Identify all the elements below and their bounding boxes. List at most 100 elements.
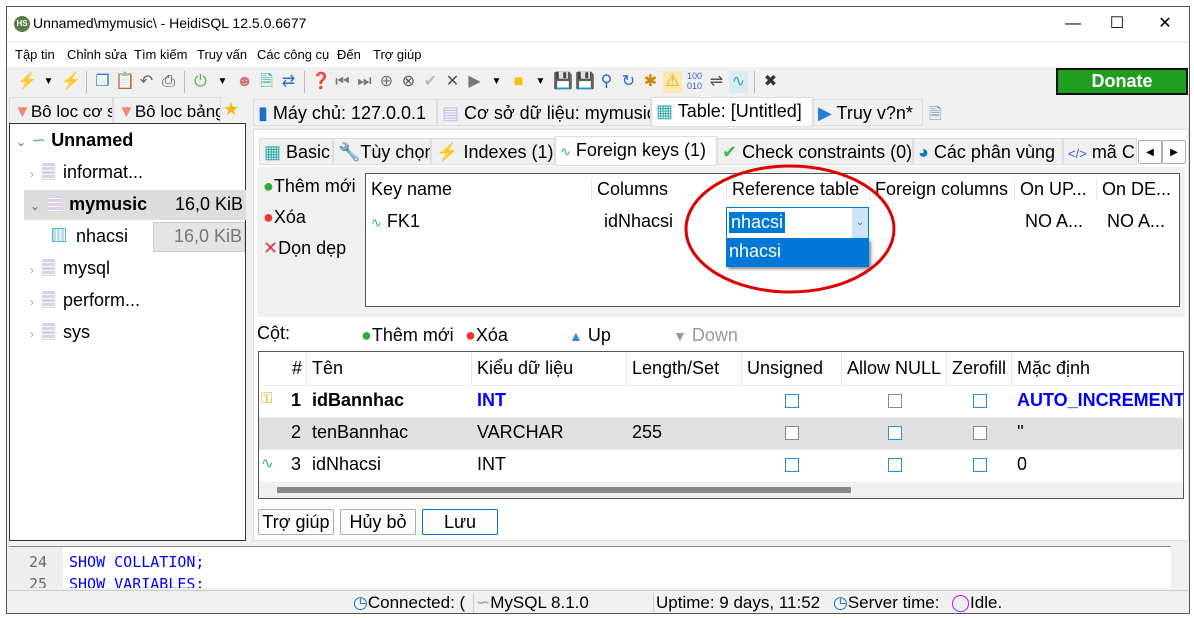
new-query-tab-icon[interactable]: 🗎 <box>929 103 942 130</box>
header-key-name[interactable]: Key name <box>366 179 592 200</box>
close-tab-icon[interactable]: ✖ <box>761 71 780 93</box>
cell-name[interactable]: tenBannhac <box>307 422 472 443</box>
warning-icon[interactable]: ⚠ <box>663 71 682 93</box>
menu-edit[interactable]: Chỉnh sửa <box>67 47 127 62</box>
fk-delete-button[interactable]: ●Xóa <box>263 207 306 228</box>
favorites-star-icon[interactable]: ★ <box>223 99 239 120</box>
export-csv-icon[interactable]: 🗎 <box>257 71 276 93</box>
last-icon[interactable]: ⏭ <box>355 71 374 93</box>
dropdown-icon[interactable]: ▼ <box>487 71 506 93</box>
header-type[interactable]: Kiểu dữ liệu <box>472 352 627 385</box>
tree-root[interactable]: ⌄ ∽ Unnamed <box>16 130 133 151</box>
help-button[interactable]: Trợ giúp <box>258 509 334 535</box>
menu-tools[interactable]: Các công cụ <box>257 47 329 62</box>
cell-default[interactable]: 0 <box>1012 454 1183 475</box>
allow-null-checkbox[interactable] <box>887 458 902 472</box>
header-name[interactable]: Tên <box>307 352 472 385</box>
cell-default[interactable]: AUTO_INCREMENT <box>1012 390 1183 411</box>
cell-number[interactable]: 2 <box>259 422 307 443</box>
column-up-button[interactable]: ▲ Up <box>569 325 611 346</box>
unsigned-checkbox[interactable] <box>785 394 799 408</box>
tree-item-sys[interactable]: › sys <box>30 322 90 343</box>
tab-database-filter[interactable]: ▼Bô loc cơ sở dữ liệu <box>9 97 113 124</box>
unsigned-checkbox[interactable] <box>785 426 799 440</box>
column-delete-button[interactable]: ●Xóa <box>465 325 508 346</box>
cell-length[interactable]: 255 <box>627 422 742 443</box>
save-as-icon[interactable]: 💾 <box>575 71 595 93</box>
import-icon[interactable]: ⇄ <box>279 71 298 93</box>
tab-database[interactable]: ▤ Cơ sở dữ liệu: mymusic <box>437 99 651 126</box>
fk-row-on-update[interactable]: NO A... <box>1020 211 1083 232</box>
disconnect-icon[interactable]: ⚡ <box>61 71 81 93</box>
menu-file[interactable]: Tập tin <box>15 47 55 62</box>
header-zerofill[interactable]: Zerofill <box>947 352 1012 385</box>
dropdown-icon[interactable]: ▼ <box>531 71 550 93</box>
header-length[interactable]: Length/Set <box>627 352 742 385</box>
fk-clear-button[interactable]: ✕Dọn dẹp <box>263 238 346 259</box>
unsigned-checkbox[interactable] <box>785 458 799 472</box>
menu-help[interactable]: Trợ giúp <box>373 47 422 62</box>
tab-query[interactable]: ▶ Truy v?n* <box>813 99 923 126</box>
cell-default[interactable]: '' <box>1012 422 1183 443</box>
search-icon[interactable]: ⚲ <box>597 71 616 93</box>
fk-add-button[interactable]: ●Thêm mới <box>263 176 356 197</box>
horizontal-scrollbar[interactable] <box>259 482 1183 498</box>
column-add-button[interactable]: ●Thêm mới <box>361 325 454 346</box>
tree-item-nhacsi[interactable]: nhacsi <box>52 226 128 247</box>
wrap-icon[interactable]: ⇌ <box>707 71 726 93</box>
minimize-icon[interactable]: — <box>1053 11 1093 37</box>
binary-icon[interactable]: 100 010 <box>685 71 704 93</box>
copy-icon[interactable]: ❐ <box>93 71 112 93</box>
cell-number[interactable]: 1 <box>259 390 307 411</box>
tab-table[interactable]: ▦ Table: [Untitled] <box>651 97 813 127</box>
maximize-icon[interactable]: ☐ <box>1097 11 1137 37</box>
menu-query[interactable]: Truy vấn <box>197 47 247 62</box>
run-icon[interactable]: ▶ <box>465 71 484 93</box>
cell-number[interactable]: 3 <box>259 454 307 475</box>
tabs-scroll-right-button[interactable]: ▶ <box>1162 140 1186 164</box>
subtab-basic[interactable]: ▦ Basic <box>259 138 333 165</box>
tree-item-information-schema[interactable]: › informat... <box>30 162 143 183</box>
save-icon[interactable]: 💾 <box>553 71 573 93</box>
connect-icon[interactable]: ⚡ <box>17 71 37 93</box>
tab-host[interactable]: ▮ Máy chủ: 127.0.0.1 <box>253 99 437 126</box>
cancel-button[interactable]: Hủy bỏ <box>340 509 416 535</box>
tree-item-mysql[interactable]: › mysql <box>30 258 110 279</box>
dropdown-icon[interactable]: ▼ <box>213 71 232 93</box>
fk-row-on-delete[interactable]: NO A... <box>1102 211 1165 232</box>
sql-log[interactable]: 24 SHOW COLLATION; 25 SHOW VARIABLES; <box>9 546 1171 588</box>
help-icon[interactable]: ❓ <box>311 71 331 93</box>
tab-table-filter[interactable]: ▼Bô loc bảng <box>113 97 221 124</box>
cell-name[interactable]: idNhacsi <box>307 454 472 475</box>
header-unsigned[interactable]: Unsigned <box>742 352 842 385</box>
zerofill-checkbox[interactable] <box>972 394 987 408</box>
cell-type[interactable]: INT <box>472 390 627 411</box>
paste-icon[interactable]: 📋 <box>115 71 135 93</box>
dropdown-icon[interactable]: ▼ <box>39 71 58 93</box>
cancel-icon[interactable]: ⊗ <box>399 71 418 93</box>
first-icon[interactable]: ⏮ <box>333 71 352 93</box>
allow-null-checkbox[interactable] <box>887 426 902 440</box>
header-number[interactable]: # <box>259 352 307 385</box>
subtab-options[interactable]: 🔧Tùy chọn <box>333 138 431 165</box>
cell-type[interactable]: VARCHAR <box>472 422 627 443</box>
subtab-create-code[interactable]: </> mã CREATE <box>1063 138 1137 165</box>
broom-icon[interactable]: ✱ <box>641 71 660 93</box>
cell-type[interactable]: INT <box>472 454 627 475</box>
add-icon[interactable]: ⊕ <box>377 71 396 93</box>
fk-row-key[interactable]: ∿ FK1 <box>366 211 592 232</box>
menu-search[interactable]: Tìm kiếm <box>134 47 187 62</box>
format-icon[interactable]: ∿ <box>729 71 748 93</box>
fk-row-columns[interactable]: idNhacsi <box>599 211 673 232</box>
allow-null-checkbox[interactable] <box>887 394 902 408</box>
zerofill-checkbox[interactable] <box>972 426 987 440</box>
subtab-partitions[interactable]: ◕ Các phân vùng <box>913 138 1063 165</box>
tree-item-performance-schema[interactable]: › perform... <box>30 290 140 311</box>
donate-button[interactable]: Donate <box>1056 68 1188 95</box>
header-on-update[interactable]: On UP... <box>1015 179 1097 200</box>
menu-goto[interactable]: Đến <box>337 47 361 62</box>
delete-icon[interactable]: ✕ <box>443 71 462 93</box>
close-icon[interactable]: ✕ <box>1145 11 1185 37</box>
column-down-button[interactable]: ▼ Down <box>673 325 738 346</box>
header-on-delete[interactable]: On DE... <box>1097 179 1179 200</box>
